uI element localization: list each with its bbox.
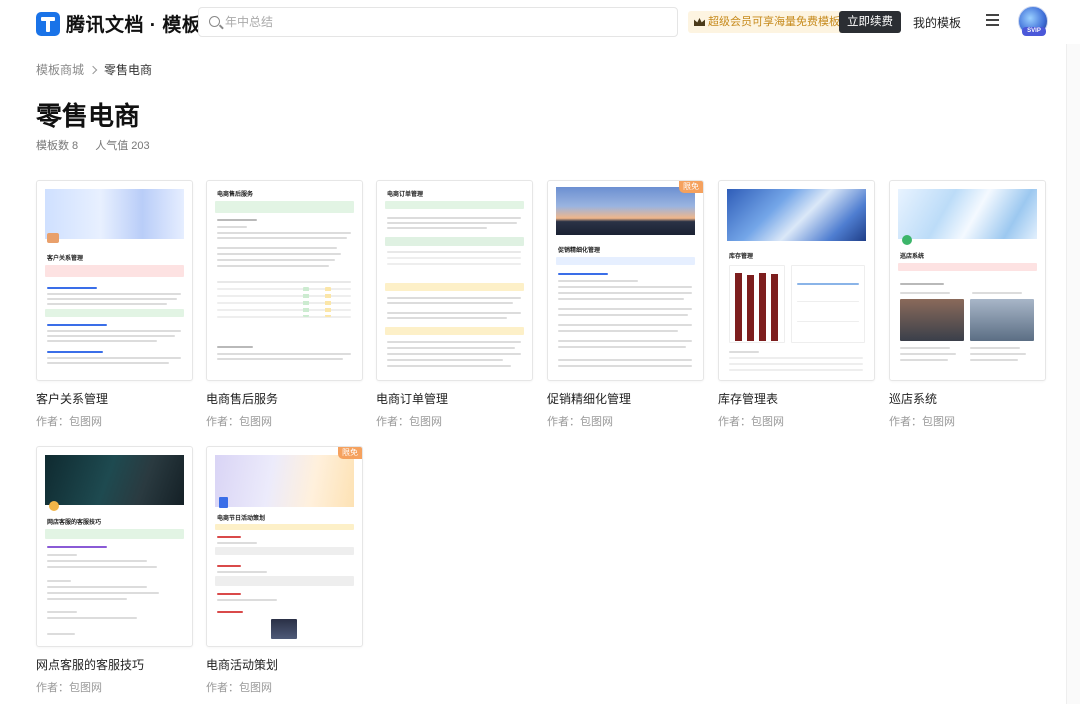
thumbnail-doc-heading: 电商节日活动策划 <box>217 516 266 522</box>
chevron-right-icon <box>88 65 98 74</box>
template-author: 作者：包图网 <box>889 416 955 428</box>
template-title[interactable]: 网点客服的客服技巧 <box>36 656 193 673</box>
free-badge: 限免 <box>338 447 362 459</box>
template-card[interactable]: 库存管理 库存管理表 作者：包图网 <box>718 180 875 429</box>
template-thumbnail[interactable]: 客户关系管理 <box>36 180 193 381</box>
template-author: 作者：包图网 <box>36 682 102 694</box>
logo-text: 腾讯文档 · 模板 <box>66 15 202 36</box>
logo[interactable]: 腾讯文档 · 模板 <box>36 10 201 37</box>
vip-promo-text: 超级会员可享海量免费模板 <box>708 16 840 28</box>
thumbnail-doc-heading: 电商售后服务 <box>217 192 254 198</box>
template-author: 作者：包图网 <box>206 682 272 694</box>
template-title[interactable]: 促销精细化管理 <box>547 390 704 407</box>
template-title[interactable]: 库存管理表 <box>718 390 875 407</box>
svip-badge: SVIP <box>1022 27 1046 36</box>
search-icon <box>209 16 220 27</box>
template-thumbnail[interactable]: 库存管理 <box>718 180 875 381</box>
template-card[interactable]: 网店客服的客服技巧 网点客服的客服技巧 作者：包图网 <box>36 446 193 695</box>
template-author: 作者：包图网 <box>206 416 272 428</box>
person-icon <box>49 501 59 511</box>
template-thumbnail[interactable]: 电商售后服务 <box>206 180 363 381</box>
thumbnail-hero-image <box>45 189 184 239</box>
template-title[interactable]: 巡店系统 <box>889 390 1046 407</box>
template-count: 模板数 8 <box>36 140 79 152</box>
template-author: 作者：包图网 <box>547 416 613 428</box>
template-thumbnail[interactable]: 促销精细化管理 限免 <box>547 180 704 381</box>
template-card[interactable]: 巡店系统 巡店系统 作者：包图网 <box>889 180 1046 429</box>
template-title[interactable]: 客户关系管理 <box>36 390 193 407</box>
thumbnail-doc-heading: 客户关系管理 <box>47 256 84 262</box>
top-bar: 腾讯文档 · 模板 超级会员可享海量免费模板 立即续费 我的模板 SVIP <box>0 0 1080 44</box>
breadcrumb-root[interactable]: 模板商城 <box>36 61 84 78</box>
template-thumbnail[interactable]: 网店客服的客服技巧 <box>36 446 193 647</box>
scrollbar[interactable] <box>1066 44 1080 704</box>
thumbnail-doc-heading: 巡店系统 <box>900 254 925 260</box>
page-title: 零售电商 <box>36 101 141 131</box>
popularity-count: 人气值 203 <box>95 140 150 152</box>
vip-promo-banner[interactable]: 超级会员可享海量免费模板 <box>688 11 846 33</box>
page-stats: 模板数 8 人气值 203 <box>36 137 164 153</box>
template-card[interactable]: 促销精细化管理 限免 促销精细化管理 作者：包图网 <box>547 180 704 429</box>
template-card[interactable]: 电商售后服务 电商售后服务 作者：包图网 <box>206 180 363 429</box>
my-templates-link[interactable]: 我的模板 <box>913 14 961 31</box>
hamburger-menu-icon[interactable] <box>986 14 999 26</box>
template-author: 作者：包图网 <box>36 416 102 428</box>
crown-icon <box>694 18 705 26</box>
recycle-icon <box>902 235 912 245</box>
template-thumbnail[interactable]: 电商订单管理 <box>376 180 533 381</box>
thumbnail-hero-image <box>215 455 354 507</box>
thumbnail-doc-heading: 网店客服的客服技巧 <box>47 520 102 526</box>
search-box[interactable] <box>198 7 678 37</box>
template-card[interactable]: 电商节日活动策划 限免 电商活动策划 作者：包图网 <box>206 446 363 695</box>
thumbnail-doc-heading: 促销精细化管理 <box>558 248 601 254</box>
cup-icon <box>47 233 59 243</box>
template-title[interactable]: 电商订单管理 <box>376 390 533 407</box>
thumbnail-hero-image <box>898 189 1037 239</box>
breadcrumb-current: 零售电商 <box>104 63 153 77</box>
thumbnail-doc-heading: 电商订单管理 <box>387 192 424 198</box>
thumbnail-hero-image <box>727 189 866 241</box>
template-author: 作者：包图网 <box>718 416 784 428</box>
template-author: 作者：包图网 <box>376 416 442 428</box>
template-thumbnail[interactable]: 巡店系统 <box>889 180 1046 381</box>
template-card[interactable]: 电商订单管理 电商订单管理 作者：包图网 <box>376 180 533 429</box>
search-input[interactable] <box>225 13 655 31</box>
thumbnail-hero-image <box>45 455 184 505</box>
breadcrumb: 模板商城 零售电商 <box>36 61 152 78</box>
template-thumbnail[interactable]: 电商节日活动策划 限免 <box>206 446 363 647</box>
template-title[interactable]: 电商售后服务 <box>206 390 363 407</box>
thumbnail-doc-heading: 库存管理 <box>729 254 754 260</box>
free-badge: 限免 <box>679 181 703 193</box>
template-title[interactable]: 电商活动策划 <box>206 656 363 673</box>
template-card[interactable]: 客户关系管理 客户关系管理 作者：包图网 <box>36 180 193 429</box>
thumbnail-hero-image <box>556 187 695 235</box>
renew-button[interactable]: 立即续费 <box>839 11 901 33</box>
tencent-docs-logo-icon <box>36 11 60 36</box>
document-icon <box>219 497 228 508</box>
avatar[interactable]: SVIP <box>1018 6 1048 36</box>
